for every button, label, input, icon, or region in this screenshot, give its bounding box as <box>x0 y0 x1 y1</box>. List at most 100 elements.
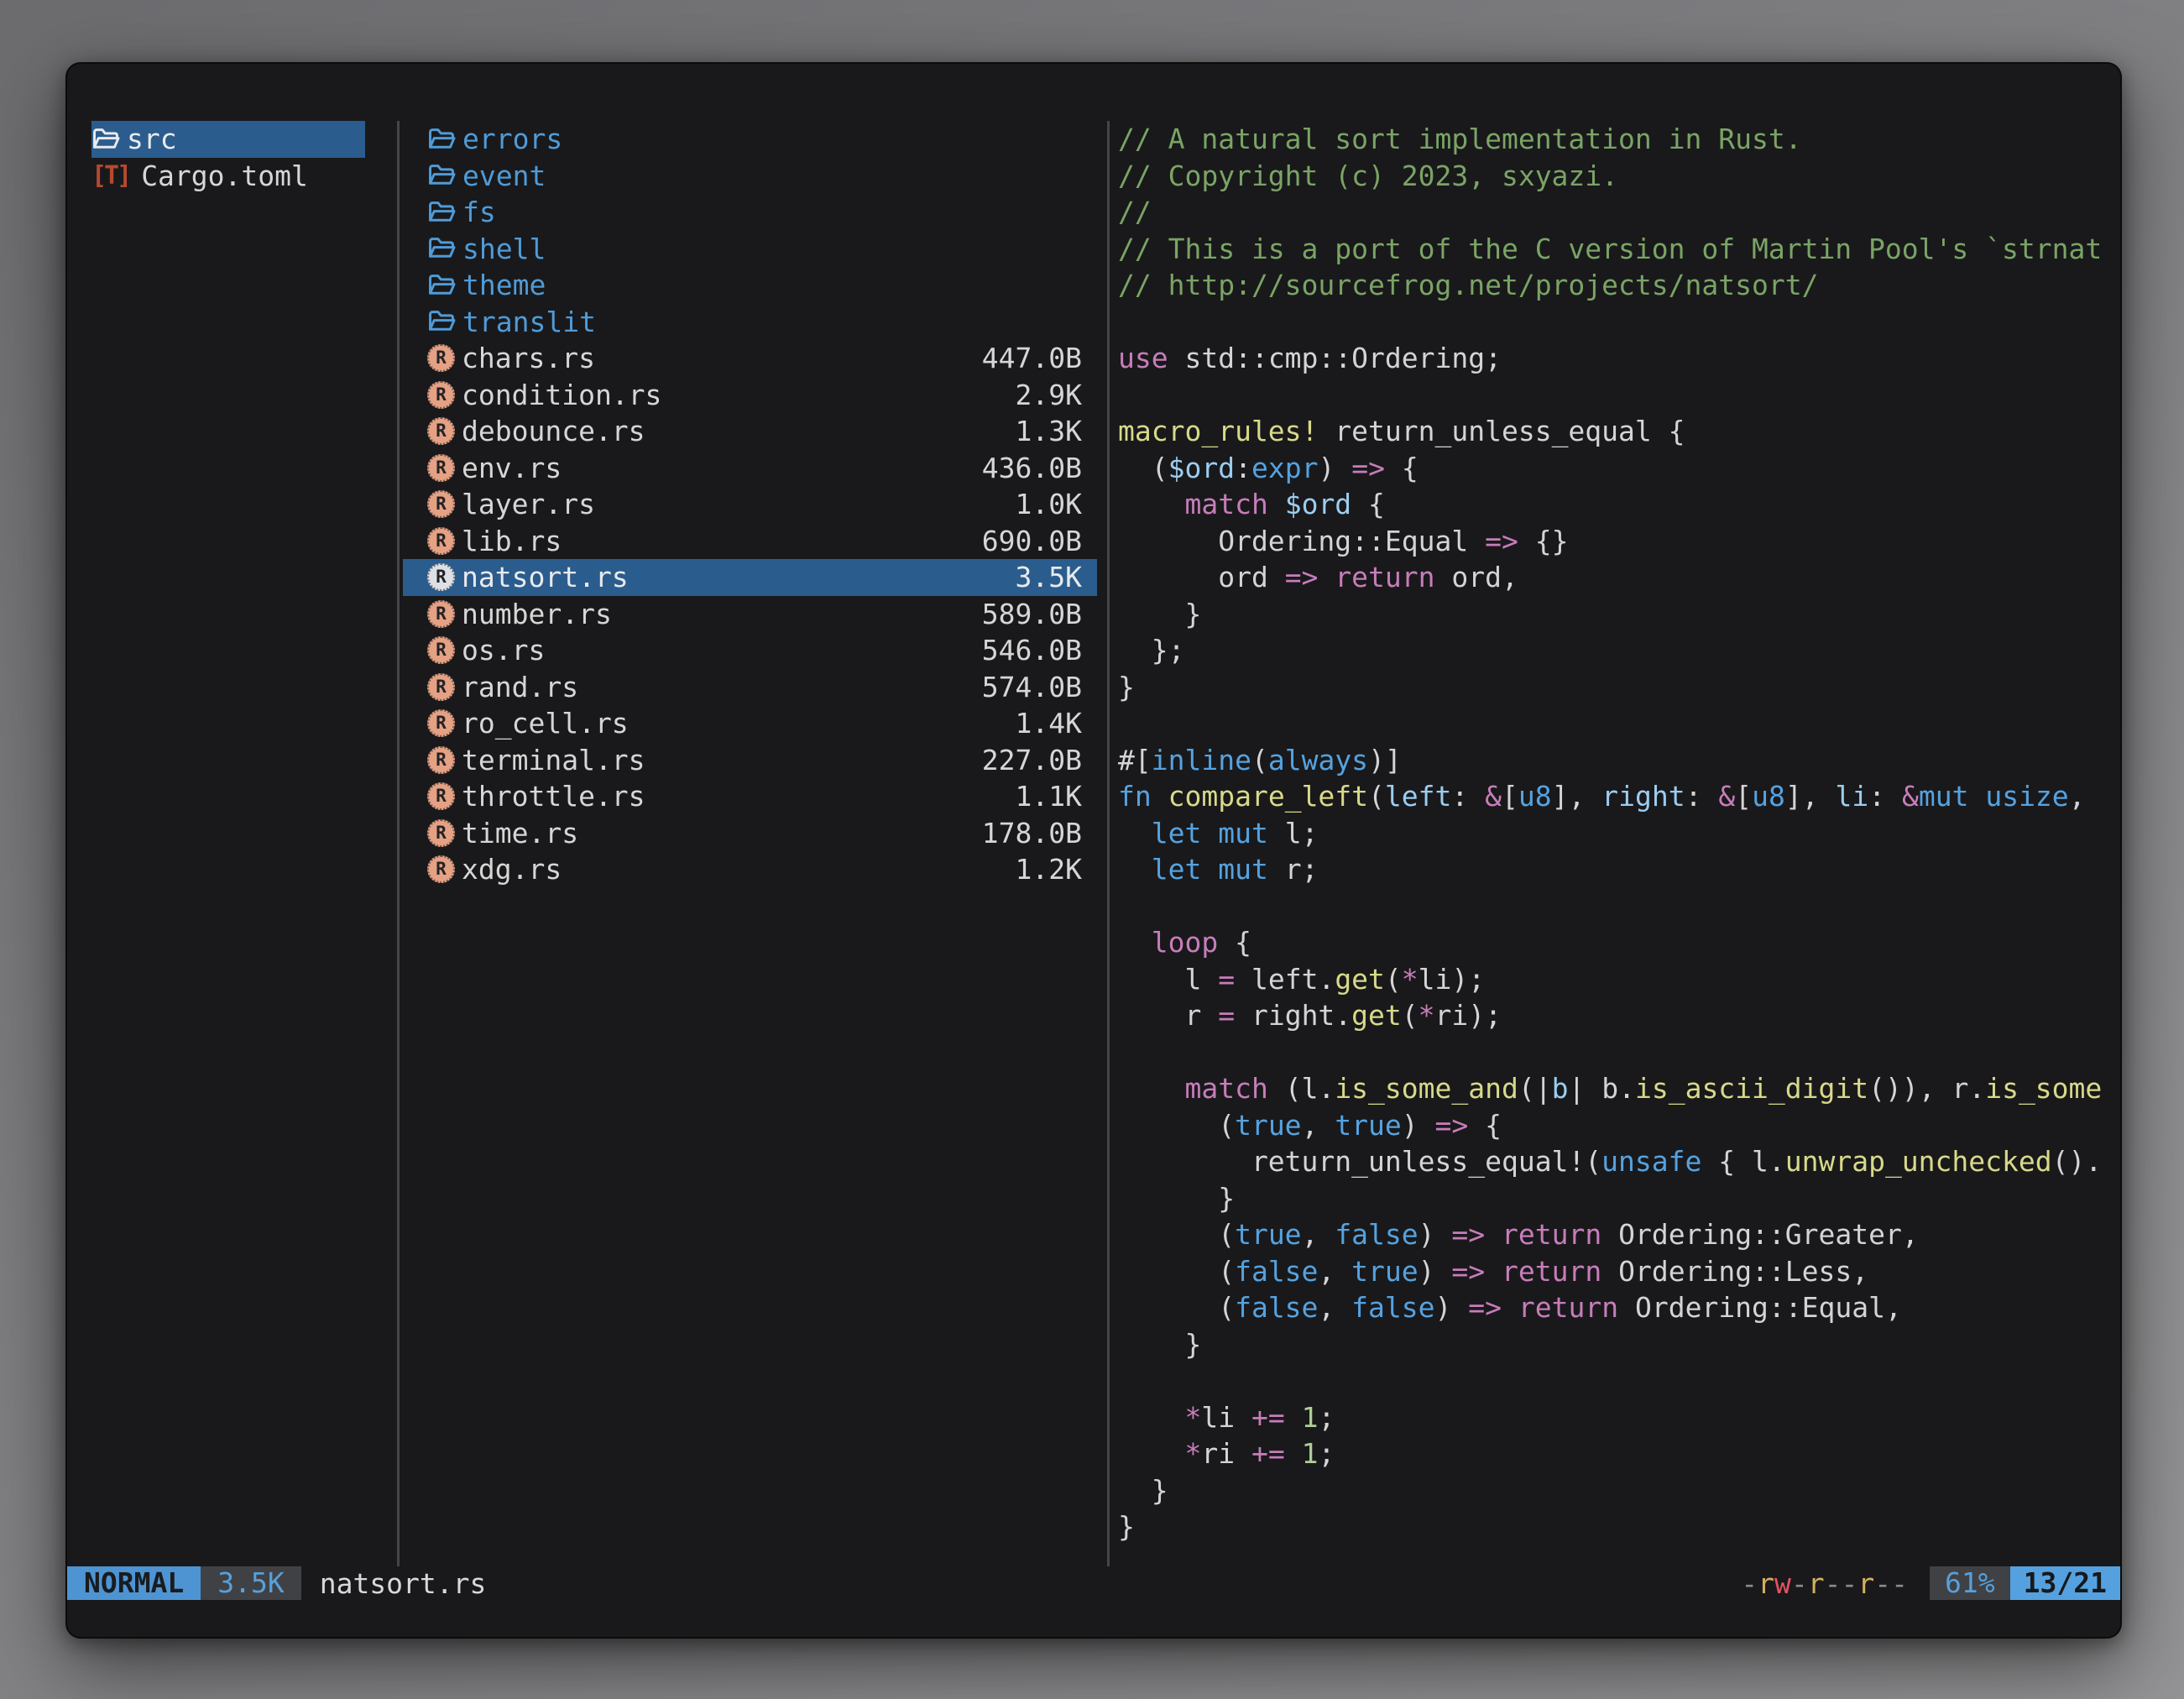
item-size: 447.0B <box>982 340 1082 377</box>
rust-icon: R <box>427 563 455 591</box>
code-line-27: match (l.is_some_and(|b| b.is_ascii_digi… <box>1118 1070 2120 1107</box>
item-label: chars.rs <box>462 340 595 377</box>
code-line-10: ($ord:expr) => { <box>1118 450 2120 487</box>
code-line-14: } <box>1118 596 2120 633</box>
rust-icon: R <box>427 344 455 372</box>
item-label: ro_cell.rs <box>462 705 629 742</box>
code-line-21: let mut r; <box>1118 851 2120 888</box>
file-row-lib.rs[interactable]: Rlib.rs 690.0B <box>403 523 1097 560</box>
code-line-39: } <box>1118 1508 2120 1545</box>
rust-icon: R <box>427 673 455 701</box>
file-row-env.rs[interactable]: Renv.rs436.0B <box>403 450 1097 487</box>
file-row-translit[interactable]: translit <box>403 304 1097 341</box>
cursor-position-badge: 13/21 <box>2010 1566 2120 1600</box>
file-row-throttle.rs[interactable]: Rthrottle.rs1.1K <box>403 778 1097 815</box>
code-line-6 <box>1118 304 2120 341</box>
code-line-24: l = left.get(*li); <box>1118 961 2120 998</box>
file-row-xdg.rs[interactable]: Rxdg.rs1.2K <box>403 851 1097 888</box>
parent-item-src[interactable]: src <box>91 121 365 158</box>
item-label: xdg.rs <box>462 851 562 888</box>
rust-icon: R <box>427 746 455 774</box>
item-size: 1.0K <box>1016 486 1082 523</box>
yazi-window: src[T] Cargo.toml errorseventfsshelltheme… <box>65 62 2122 1639</box>
code-line-13: ord => return ord, <box>1118 559 2120 596</box>
file-row-fs[interactable]: fs <box>403 194 1097 231</box>
rust-icon: R <box>427 709 455 737</box>
code-line-2: // Copyright (c) 2023, sxyazi. <box>1118 158 2120 195</box>
folder-open-icon <box>427 198 456 227</box>
item-size: 589.0B <box>982 596 1082 633</box>
code-line-31: (true, false) => return Ordering::Greate… <box>1118 1216 2120 1253</box>
status-bar: NORMAL 3.5K natsort.rs -rw-r--r-- 61% 13… <box>67 1566 2120 1600</box>
code-line-15: }; <box>1118 632 2120 669</box>
file-row-time.rs[interactable]: Rtime.rs178.0B <box>403 815 1097 852</box>
file-row-rand.rs[interactable]: Rrand.rs 574.0B <box>403 669 1097 706</box>
mode-badge: NORMAL <box>67 1566 201 1600</box>
item-size: 574.0B <box>982 669 1082 706</box>
pane-divider-left <box>397 121 400 1566</box>
item-label: rand.rs <box>462 669 578 706</box>
code-line-30: } <box>1118 1180 2120 1217</box>
code-line-18: #[inline(always)] <box>1118 742 2120 779</box>
item-size: 227.0B <box>982 742 1082 779</box>
file-row-event[interactable]: event <box>403 158 1097 195</box>
code-line-34: } <box>1118 1326 2120 1363</box>
file-row-errors[interactable]: errors <box>403 121 1097 158</box>
pane-divider-right <box>1107 121 1110 1566</box>
code-line-29: return_unless_equal!(unsafe { l.unwrap_u… <box>1118 1143 2120 1180</box>
item-label: lib.rs <box>462 523 562 560</box>
code-line-23: loop { <box>1118 924 2120 961</box>
item-label: debounce.rs <box>462 413 645 450</box>
code-line-36: *li += 1; <box>1118 1399 2120 1436</box>
item-label: translit <box>462 304 596 341</box>
status-filename: natsort.rs <box>320 1567 487 1600</box>
file-row-terminal.rs[interactable]: Rterminal.rs 227.0B <box>403 742 1097 779</box>
file-row-number.rs[interactable]: Rnumber.rs589.0B <box>403 596 1097 633</box>
code-line-5: // http://sourcefrog.net/projects/natsor… <box>1118 267 2120 304</box>
item-label: Cargo.toml <box>141 158 308 195</box>
code-line-17 <box>1118 705 2120 742</box>
item-label: errors <box>462 121 562 158</box>
code-line-9: macro_rules! return_unless_equal { <box>1118 413 2120 450</box>
item-label: natsort.rs <box>462 559 629 596</box>
file-size-badge: 3.5K <box>201 1566 300 1600</box>
file-row-chars.rs[interactable]: Rchars.rs 447.0B <box>403 340 1097 377</box>
item-label: number.rs <box>462 596 612 633</box>
code-line-1: // A natural sort implementation in Rust… <box>1118 121 2120 158</box>
folder-open-icon <box>427 271 456 300</box>
item-label: os.rs <box>462 632 545 669</box>
rust-icon: R <box>427 381 455 409</box>
code-line-19: fn compare_left(left: &[u8], right: &[u8… <box>1118 778 2120 815</box>
preview-pane: // A natural sort implementation in Rust… <box>1118 121 2120 1545</box>
parent-item-Cargo.toml[interactable]: [T] Cargo.toml <box>91 158 365 195</box>
item-size: 690.0B <box>982 523 1082 560</box>
code-line-8 <box>1118 377 2120 414</box>
code-line-32: (false, true) => return Ordering::Less, <box>1118 1253 2120 1290</box>
item-label: time.rs <box>462 815 578 852</box>
file-row-ro_cell.rs[interactable]: Rro_cell.rs1.4K <box>403 705 1097 742</box>
item-size: 1.2K <box>1016 851 1082 888</box>
item-label: src <box>127 121 177 158</box>
file-row-layer.rs[interactable]: Rlayer.rs1.0K <box>403 486 1097 523</box>
file-row-natsort.rs[interactable]: Rnatsort.rs3.5K <box>403 559 1097 596</box>
item-label: fs <box>462 194 496 231</box>
file-row-condition.rs[interactable]: Rcondition.rs2.9K <box>403 377 1097 414</box>
item-label: terminal.rs <box>462 742 645 779</box>
rust-icon: R <box>427 417 455 445</box>
file-row-debounce.rs[interactable]: Rdebounce.rs 1.3K <box>403 413 1097 450</box>
toml-icon: [T] <box>91 158 129 195</box>
rust-icon: R <box>427 527 455 555</box>
rust-icon: R <box>427 782 455 810</box>
item-label: condition.rs <box>462 377 661 414</box>
permissions-text: -rw-r--r-- <box>1741 1567 1908 1600</box>
item-size: 546.0B <box>982 632 1082 669</box>
code-line-37: *ri += 1; <box>1118 1435 2120 1472</box>
item-label: shell <box>462 231 546 268</box>
file-row-theme[interactable]: theme <box>403 267 1097 304</box>
code-line-12: Ordering::Equal => {} <box>1118 523 2120 560</box>
item-size: 1.3K <box>1016 413 1082 450</box>
item-size: 436.0B <box>982 450 1082 487</box>
rust-icon: R <box>427 819 455 847</box>
file-row-shell[interactable]: shell <box>403 231 1097 268</box>
file-row-os.rs[interactable]: Ros.rs546.0B <box>403 632 1097 669</box>
